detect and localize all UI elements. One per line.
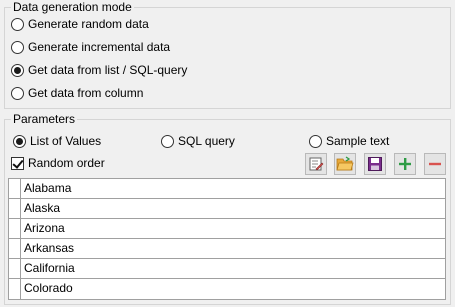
radio-get-from-column[interactable]: Get data from column — [11, 85, 143, 101]
table-row[interactable]: Arizona — [9, 219, 445, 239]
save-icon — [368, 157, 382, 171]
radio-label: Sample text — [326, 134, 390, 148]
edit-list-icon — [309, 157, 324, 171]
parameters-title: Parameters — [11, 112, 78, 126]
row-indicator[interactable] — [9, 279, 21, 299]
radio-button[interactable] — [309, 134, 322, 148]
radio-generate-incremental[interactable]: Generate incremental data — [11, 39, 170, 55]
radio-button[interactable] — [11, 17, 24, 31]
row-indicator[interactable] — [9, 259, 21, 278]
table-row[interactable]: Colorado — [9, 279, 445, 299]
row-indicator[interactable] — [9, 199, 21, 218]
radio-label: Generate random data — [28, 17, 149, 31]
open-folder-icon — [336, 156, 354, 171]
remove-value-button[interactable] — [424, 153, 446, 175]
add-value-button[interactable] — [394, 153, 416, 175]
data-generation-mode-title: Data generation mode — [11, 0, 134, 14]
radio-button[interactable] — [11, 86, 24, 100]
radio-sql-query[interactable]: SQL query — [161, 133, 235, 149]
radio-label: Get data from list / SQL-query — [28, 63, 188, 77]
value-cell[interactable]: Alaska — [21, 199, 445, 218]
radio-button[interactable] — [11, 63, 24, 77]
table-row[interactable]: Alabama — [9, 179, 445, 199]
random-order-label: Random order — [28, 156, 105, 170]
row-indicator[interactable] — [9, 179, 21, 198]
value-cell[interactable]: Arizona — [21, 219, 445, 238]
value-cell[interactable]: Colorado — [21, 279, 445, 299]
value-cell[interactable]: Arkansas — [21, 239, 445, 258]
table-row[interactable]: California — [9, 259, 445, 279]
radio-button[interactable] — [161, 134, 174, 148]
add-icon — [399, 158, 411, 170]
radio-label: Generate incremental data — [28, 40, 171, 54]
values-grid[interactable]: Alabama Alaska Arizona Arkansas Californ… — [8, 178, 446, 300]
edit-list-button[interactable] — [305, 153, 327, 175]
save-button[interactable] — [364, 153, 386, 175]
radio-get-from-list-sql[interactable]: Get data from list / SQL-query — [11, 62, 187, 78]
radio-sample-text[interactable]: Sample text — [309, 133, 389, 149]
radio-label: Get data from column — [28, 86, 144, 100]
row-indicator[interactable] — [9, 239, 21, 258]
radio-label: List of Values — [30, 134, 102, 148]
random-order-checkbox[interactable] — [11, 156, 24, 170]
radio-button[interactable] — [11, 40, 24, 54]
value-cell[interactable]: Alabama — [21, 179, 445, 198]
table-row[interactable]: Arkansas — [9, 239, 445, 259]
table-row[interactable]: Alaska — [9, 199, 445, 219]
radio-button[interactable] — [13, 134, 26, 148]
radio-list-of-values[interactable]: List of Values — [13, 133, 101, 149]
remove-icon — [429, 162, 441, 166]
random-order-checkbox-row[interactable]: Random order — [11, 155, 105, 171]
radio-generate-random[interactable]: Generate random data — [11, 16, 149, 32]
radio-label: SQL query — [178, 134, 235, 148]
value-cell[interactable]: California — [21, 259, 445, 278]
row-indicator[interactable] — [9, 219, 21, 238]
open-file-button[interactable] — [334, 153, 356, 175]
